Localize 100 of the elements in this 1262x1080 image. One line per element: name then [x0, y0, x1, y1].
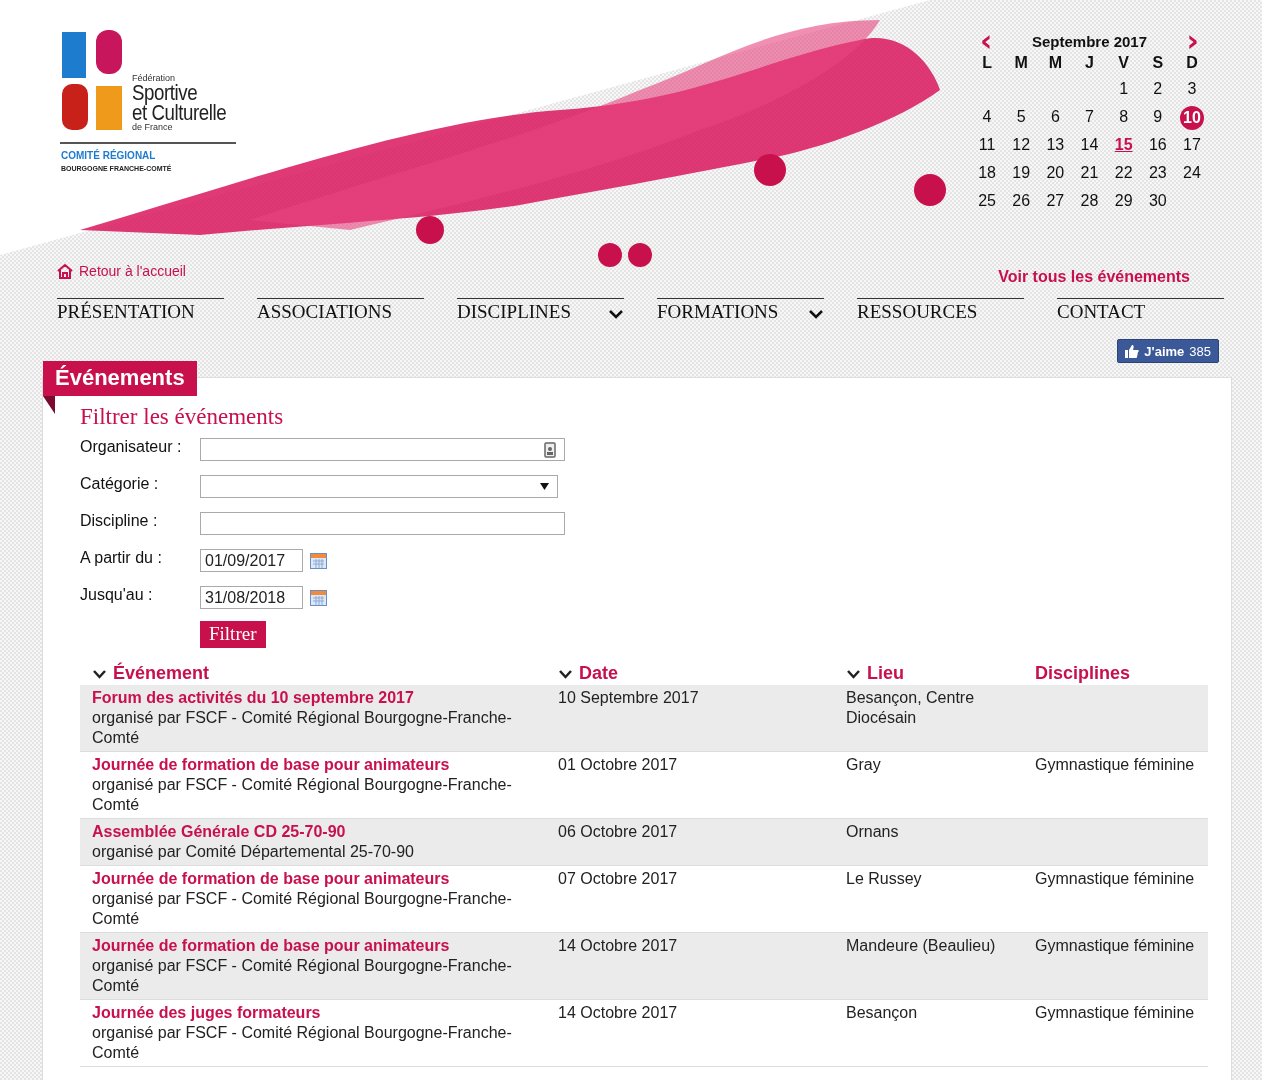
event-title-link[interactable]: Journée de formation de base pour animateurs [92, 936, 534, 956]
logo-text: Sportive [132, 82, 198, 103]
home-link[interactable]: Retour à l'accueil [56, 263, 186, 279]
logo-text: Fédération [132, 73, 177, 83]
calendar-day: 22 [1114, 164, 1133, 181]
event-place: Le Russey [846, 870, 922, 887]
calendar-day: 5 [1016, 108, 1026, 125]
calendar-day: 27 [1046, 192, 1065, 209]
event-place: Besançon, Centre Diocésain [846, 689, 975, 726]
event-organizer: organisé par Comité Départemental 25-70-90 [92, 842, 415, 862]
nav-item[interactable]: ASSOCIATIONS [257, 298, 424, 323]
calendar-day: 9 [1153, 108, 1163, 125]
previous-month-button[interactable]: ‹ [976, 32, 997, 50]
event-place: Besançon [846, 1004, 918, 1021]
all-events-link[interactable]: Voir tous les événements [998, 268, 1190, 286]
nav-item-label[interactable]: DISCIPLINES [457, 301, 571, 323]
column-header[interactable]: Disciplines [1035, 663, 1131, 684]
event-title-link[interactable]: Assemblée Générale CD 25-70-90 [92, 822, 534, 842]
calendar-icon[interactable] [310, 590, 327, 606]
calendar-day: 2 [1153, 80, 1163, 97]
event-title-link[interactable]: Journée des juges formateurs [92, 1003, 534, 1023]
logo-text: de France [132, 123, 174, 132]
weekday-label: M [1047, 54, 1063, 72]
tab-fold [43, 396, 55, 414]
nav-item-label[interactable]: ASSOCIATIONS [257, 301, 393, 323]
nav-item[interactable]: FORMATIONS [657, 298, 824, 323]
calendar-day: 29 [1114, 192, 1133, 209]
weekday-label: L [981, 54, 993, 72]
calendar-day: 12 [1012, 136, 1031, 153]
field-label: Discipline : [80, 512, 159, 530]
event-date: 10 Septembre 2017 [558, 689, 699, 706]
event-disciplines: Gymnastique féminine [1035, 870, 1195, 887]
calendar-day: 8 [1119, 108, 1129, 125]
home-link-text[interactable]: Retour à l'accueil [79, 263, 186, 279]
column-header[interactable]: Date [558, 663, 618, 684]
calendar-day: 19 [1012, 164, 1031, 181]
calendar-day: 21 [1080, 164, 1099, 181]
filter-title: Filtrer les événements [80, 404, 285, 430]
date-field[interactable]: 01/09/2017 [200, 549, 303, 572]
nav-item[interactable]: PRÉSENTATION [57, 298, 224, 323]
calendar-day[interactable]: 10 [1179, 106, 1204, 130]
category-select[interactable] [200, 475, 558, 498]
weekday-label: D [1185, 54, 1199, 72]
field-label: Jusqu'au : [80, 586, 154, 604]
event-place: Gray [846, 756, 881, 773]
event-disciplines: Gymnastique féminine [1035, 756, 1195, 773]
next-month-button[interactable]: › [1182, 32, 1203, 50]
event-place: Ornans [846, 823, 899, 840]
thumbs-up-icon [1125, 344, 1140, 358]
field-label: Organisateur : [80, 438, 183, 456]
nav-item-label[interactable]: PRÉSENTATION [57, 301, 195, 323]
event-title-link[interactable]: Journée de formation de base pour animateurs [92, 869, 534, 889]
nav-item[interactable]: RESSOURCES [857, 298, 1024, 323]
calendar-day: 17 [1183, 136, 1201, 153]
event-title-link[interactable]: Journée de formation de base pour animateurs [92, 755, 534, 775]
calendar-day: 16 [1148, 136, 1167, 153]
nav-item-label[interactable]: RESSOURCES [857, 301, 978, 323]
column-header[interactable]: Événement [92, 663, 210, 684]
nav-item[interactable]: DISCIPLINES [457, 298, 624, 323]
event-date: 07 Octobre 2017 [558, 870, 678, 887]
event-date: 01 Octobre 2017 [558, 756, 678, 773]
event-organizer: organisé par FSCF - Comité Régional Bourgogne-Franche-Comté [92, 956, 513, 996]
calendar-day: 6 [1050, 108, 1060, 125]
calendar-day: 30 [1148, 192, 1167, 209]
dropdown-arrow-icon [540, 483, 549, 490]
calendar-day: 7 [1085, 108, 1094, 125]
column-header[interactable]: Lieu [846, 663, 904, 684]
filter-button[interactable]: Filtrer [200, 621, 266, 648]
calendar-day: 14 [1080, 136, 1099, 153]
calendar-day: 13 [1046, 136, 1065, 153]
calendar-day: 24 [1183, 164, 1201, 181]
event-organizer: organisé par FSCF - Comité Régional Bourgogne-Franche-Comté [92, 889, 513, 929]
organizer-field[interactable] [200, 438, 565, 461]
event-date: 06 Octobre 2017 [558, 823, 678, 840]
event-organizer: organisé par FSCF - Comité Régional Bourgogne-Franche-Comté [92, 708, 513, 748]
committee-name: COMITÉ RÉGIONAL [61, 150, 156, 161]
event-disciplines: Gymnastique féminine [1035, 937, 1195, 954]
nav-item-label[interactable]: FORMATIONS [657, 301, 779, 323]
calendar-day: 4 [982, 108, 992, 125]
event-place: Mandeure (Beaulieu) [846, 937, 996, 954]
calendar-day[interactable]: 15 [1114, 136, 1133, 153]
weekday-label: M [1013, 54, 1029, 72]
home-icon [56, 263, 74, 279]
weekday-label: S [1151, 54, 1165, 72]
like-button[interactable]: J'aime 385 [1117, 339, 1219, 363]
calendar-day: 23 [1148, 164, 1167, 181]
field-label: Catégorie : [80, 475, 160, 493]
discipline-field[interactable] [200, 512, 565, 535]
event-title-link[interactable]: Forum des activités du 10 septembre 2017 [92, 688, 534, 708]
calendar-day: 25 [978, 192, 996, 209]
calendar-day: 1 [1119, 80, 1129, 97]
nav-item[interactable]: CONTACT [1057, 298, 1224, 323]
event-date: 14 Octobre 2017 [558, 937, 678, 954]
calendar-month: Septembre 2017 [1031, 32, 1148, 50]
calendar-icon[interactable] [310, 553, 327, 569]
calendar-day: 3 [1187, 80, 1197, 97]
nav-item-label[interactable]: CONTACT [1057, 301, 1146, 323]
date-field[interactable]: 31/08/2018 [200, 586, 303, 609]
calendar-day: 11 [978, 136, 996, 153]
contact-card-icon [544, 441, 556, 458]
